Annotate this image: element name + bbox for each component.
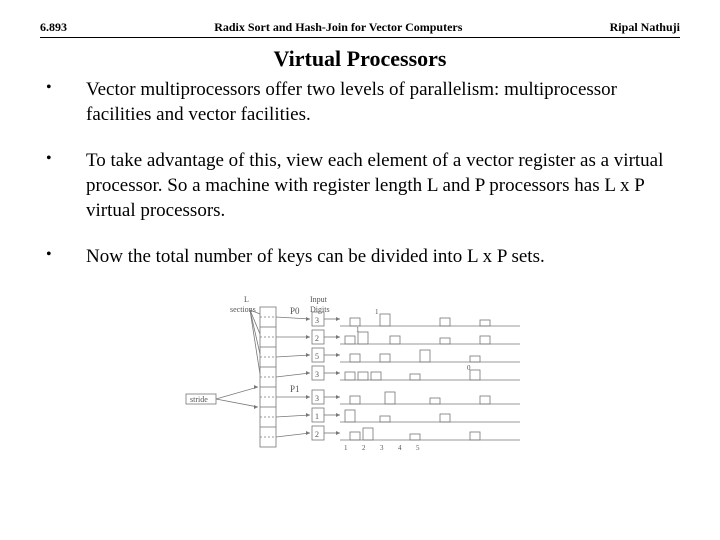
list-item: • To take advantage of this, view each e… bbox=[40, 149, 680, 223]
label-L: L bbox=[244, 295, 249, 304]
label-sections: sections bbox=[230, 305, 256, 314]
bullet-list: • Vector multiprocessors offer two level… bbox=[40, 78, 680, 270]
label-p0: P0 bbox=[290, 306, 300, 316]
figure-virtual-processors: L sections Input Digits bbox=[180, 292, 540, 462]
svg-text:3: 3 bbox=[315, 370, 319, 379]
author-name: Ripal Nathuji bbox=[610, 20, 680, 35]
label-input: Input bbox=[310, 295, 328, 304]
course-number: 6.893 bbox=[40, 20, 67, 35]
svg-text:2: 2 bbox=[362, 444, 366, 452]
bullet-dot: • bbox=[40, 149, 86, 170]
histogram-rows: 1 1 0 bbox=[340, 308, 520, 440]
svg-text:1: 1 bbox=[315, 412, 319, 421]
svg-text:1: 1 bbox=[375, 308, 379, 316]
bullet-text: Now the total number of keys can be divi… bbox=[86, 245, 680, 270]
bullet-dot: • bbox=[40, 78, 86, 99]
svg-text:3: 3 bbox=[315, 316, 319, 325]
paper-title: Radix Sort and Hash-Join for Vector Comp… bbox=[67, 20, 610, 35]
list-item: • Now the total number of keys can be di… bbox=[40, 245, 680, 270]
svg-text:0: 0 bbox=[467, 364, 471, 372]
svg-text:2: 2 bbox=[315, 334, 319, 343]
bullet-dot: • bbox=[40, 245, 86, 266]
label-p1: P1 bbox=[290, 384, 300, 394]
bullet-text: To take advantage of this, view each ele… bbox=[86, 149, 680, 223]
slide-page: 6.893 Radix Sort and Hash-Join for Vecto… bbox=[0, 0, 720, 472]
slide-title: Virtual Processors bbox=[40, 46, 680, 72]
slide-header: 6.893 Radix Sort and Hash-Join for Vecto… bbox=[40, 20, 680, 38]
svg-text:5: 5 bbox=[416, 444, 420, 452]
label-stride: stride bbox=[190, 395, 208, 404]
svg-text:1: 1 bbox=[344, 444, 348, 452]
digit-column: 3 2 5 3 3 1 2 bbox=[312, 312, 324, 440]
svg-text:3: 3 bbox=[380, 444, 384, 452]
svg-text:3: 3 bbox=[315, 394, 319, 403]
label-digits: Digits bbox=[310, 305, 330, 314]
svg-text:2: 2 bbox=[315, 430, 319, 439]
list-item: • Vector multiprocessors offer two level… bbox=[40, 78, 680, 127]
svg-text:4: 4 bbox=[398, 444, 402, 452]
svg-text:1: 1 bbox=[356, 326, 360, 334]
svg-text:5: 5 bbox=[315, 352, 319, 361]
bullet-text: Vector multiprocessors offer two levels … bbox=[86, 78, 680, 127]
